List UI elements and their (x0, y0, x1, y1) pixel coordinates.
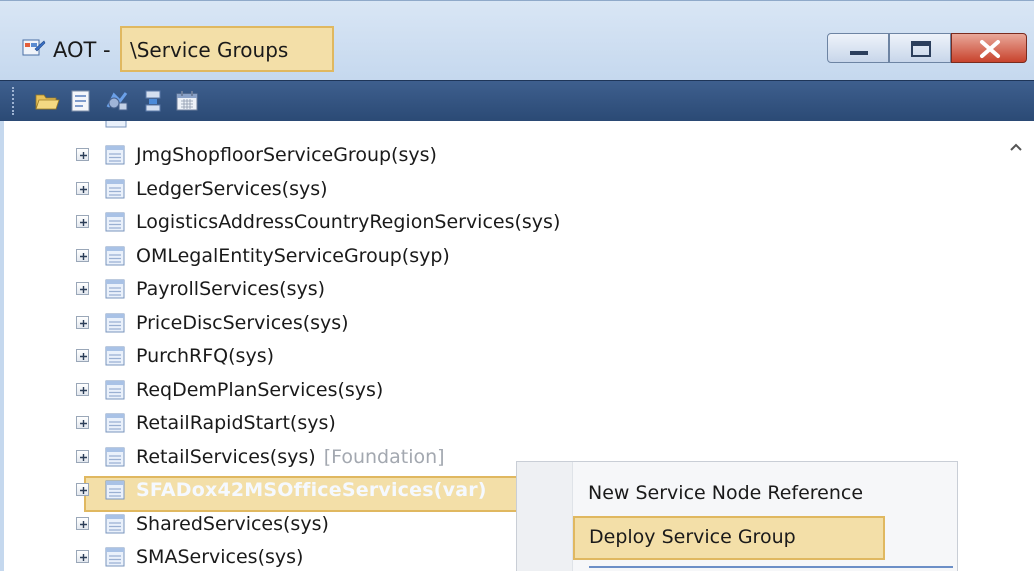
maximize-icon (911, 41, 931, 57)
import-icon[interactable] (140, 89, 166, 113)
title-bar[interactable]: AOT - \Service Groups (0, 0, 1034, 81)
expand-icon[interactable] (76, 483, 89, 496)
service-group-icon (105, 413, 125, 433)
service-group-icon (105, 313, 125, 333)
tree-node-label: RetailServices(sys) (136, 446, 316, 468)
maximize-button[interactable] (889, 33, 951, 63)
calendar-icon[interactable] (174, 89, 200, 113)
menu-item-new-service-node-reference[interactable]: New Service Node Reference (588, 482, 863, 504)
menu-item-deploy-service-group[interactable]: Deploy Service Group (573, 516, 885, 560)
close-button[interactable] (951, 33, 1027, 63)
expand-icon[interactable] (76, 316, 89, 329)
service-group-icon (105, 212, 125, 232)
minimize-button[interactable] (827, 33, 889, 63)
tree-node-label: ReqDemPlanServices(sys) (136, 379, 384, 401)
expand-icon[interactable] (76, 148, 89, 161)
menu-item-underline (589, 566, 953, 568)
tree-node-label: SharedServices(sys) (136, 513, 329, 535)
expand-icon[interactable] (76, 416, 89, 429)
tree-node-label: SFADox42MSOfficeServices(var) (136, 479, 487, 501)
tree-node-label: JmgShopfloorServiceGroup(sys) (136, 144, 437, 166)
tree-node-label: OMLegalEntityServiceGroup(syp) (136, 245, 450, 267)
aot-window-icon (22, 39, 46, 56)
tree-node-label: PayrollServices(sys) (136, 278, 326, 300)
service-group-icon (105, 480, 125, 500)
expand-icon[interactable] (76, 282, 89, 295)
context-menu: New Service Node Reference Deploy Servic… (516, 461, 958, 571)
expand-icon[interactable] (76, 215, 89, 228)
expand-icon[interactable] (76, 450, 89, 463)
layer-tag: [Foundation] (323, 446, 445, 468)
open-folder-icon[interactable] (34, 89, 60, 113)
tree-node-label: LogisticsAddressCountryRegionServices(sy… (136, 211, 561, 233)
properties-icon[interactable] (68, 89, 94, 113)
tree-node-label: PriceDiscServices(sys) (136, 312, 349, 334)
minimize-icon (850, 51, 868, 55)
service-group-icon (105, 246, 125, 266)
tree-node-label: SMAServices(sys) (136, 546, 304, 568)
node-icon (105, 121, 127, 128)
scroll-up-arrow[interactable] (1008, 140, 1024, 156)
tree-node-label: RetailRapidStart(sys) (136, 412, 336, 434)
toolbar (0, 80, 1034, 121)
service-group-icon (105, 346, 125, 366)
service-group-icon (105, 380, 125, 400)
tree-node-label: PurchRFQ(sys) (136, 345, 275, 367)
window-title-path: \Service Groups (120, 26, 334, 72)
expand-icon[interactable] (76, 182, 89, 195)
service-group-icon (105, 514, 125, 534)
close-icon (980, 40, 1000, 58)
service-group-icon (105, 179, 125, 199)
menu-item-deploy-service-group-label: Deploy Service Group (589, 526, 796, 548)
toolbar-grip[interactable] (12, 87, 17, 115)
expand-icon[interactable] (76, 383, 89, 396)
service-group-icon (105, 145, 125, 165)
compile-icon[interactable] (104, 89, 130, 113)
expand-icon[interactable] (76, 550, 89, 563)
expand-icon[interactable] (76, 249, 89, 262)
expand-icon[interactable] (76, 349, 89, 362)
service-group-icon (105, 547, 125, 567)
context-menu-gutter (517, 462, 573, 571)
service-group-icon (105, 447, 125, 467)
expand-icon[interactable] (76, 517, 89, 530)
tree-node-label: LedgerServices(sys) (136, 178, 328, 200)
aot-window: AOT - \Service Groups JmgShopfloorServic… (0, 0, 1034, 571)
window-title-prefix: AOT - (53, 38, 111, 62)
service-group-icon (105, 279, 125, 299)
